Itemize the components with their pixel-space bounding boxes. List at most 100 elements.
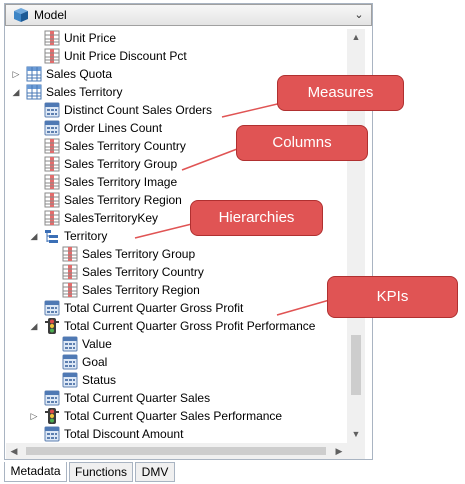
- tab-metadata[interactable]: Metadata: [4, 462, 67, 482]
- tree-item-label: Sales Territory: [46, 85, 123, 99]
- measure-icon: [44, 426, 60, 442]
- tree-item-label: Order Lines Count: [64, 121, 163, 135]
- tree-item[interactable]: Unit Price Discount Pct: [28, 47, 346, 65]
- hierarchy-icon: [44, 228, 60, 244]
- collapse-icon[interactable]: ◢: [10, 85, 22, 99]
- tree-item[interactable]: Sales Territory Region: [46, 281, 346, 299]
- callout-hierarchies: Hierarchies: [190, 200, 323, 236]
- tree-item[interactable]: Sales Territory Image: [28, 173, 346, 191]
- tree-item-label: Sales Territory Region: [64, 193, 182, 207]
- hscrollbar-thumb[interactable]: [26, 447, 326, 455]
- tree-item-label: SalesTerritoryKey: [64, 211, 159, 225]
- column-icon: [44, 210, 60, 226]
- collapse-icon[interactable]: ◢: [28, 229, 40, 243]
- tree-item[interactable]: Goal: [46, 353, 346, 371]
- tab-functions[interactable]: Functions: [69, 462, 133, 482]
- column-icon: [44, 174, 60, 190]
- tree-item-label: Sales Territory Group: [64, 157, 178, 171]
- horizontal-scrollbar[interactable]: ◀ ▶: [6, 443, 347, 459]
- collapse-icon[interactable]: ◢: [28, 319, 40, 333]
- tree-item-label: Total Discount Amount: [64, 427, 184, 441]
- tab-dmv[interactable]: DMV: [135, 462, 175, 482]
- tree-item-label: Unit Price: [64, 31, 117, 45]
- tree-item-label: Total Current Quarter Sales Performance: [64, 409, 283, 423]
- expand-icon[interactable]: ▷: [10, 67, 22, 81]
- scroll-right-icon[interactable]: ▶: [331, 443, 347, 459]
- tree-item-label: Sales Territory Group: [82, 247, 196, 261]
- tree-item-label: Total Current Quarter Sales: [64, 391, 211, 405]
- tree-item[interactable]: Sales Territory Country: [46, 263, 346, 281]
- tree-item-label: Sales Territory Image: [64, 175, 178, 189]
- tree-item[interactable]: ▷ Total Current Quarter Sales Performance: [28, 407, 346, 425]
- tree-item-label: Sales Quota: [46, 67, 113, 81]
- scroll-left-icon[interactable]: ◀: [6, 443, 22, 459]
- column-icon: [44, 192, 60, 208]
- column-icon: [44, 156, 60, 172]
- tree-item-label: Distinct Count Sales Orders: [64, 103, 213, 117]
- column-icon: [44, 138, 60, 154]
- measure-icon: [44, 102, 60, 118]
- tree-item-label: Total Current Quarter Gross Profit Perfo…: [64, 319, 316, 333]
- expand-icon[interactable]: ▷: [28, 409, 40, 423]
- measure-icon: [62, 354, 78, 370]
- column-icon: [62, 264, 78, 280]
- cube-icon: [14, 8, 28, 22]
- measure-icon: [44, 390, 60, 406]
- scrollbar-thumb[interactable]: [351, 335, 361, 395]
- column-icon: [44, 48, 60, 64]
- tree-item[interactable]: Total Current Quarter Sales: [28, 389, 346, 407]
- callout-columns: Columns: [236, 125, 368, 161]
- tree-item[interactable]: Value: [46, 335, 346, 353]
- tree-item[interactable]: Sales Territory Group: [46, 245, 346, 263]
- column-icon: [62, 246, 78, 262]
- column-icon: [62, 282, 78, 298]
- measure-icon: [44, 300, 60, 316]
- table-icon: [26, 84, 42, 100]
- measure-icon: [44, 120, 60, 136]
- tree-item-label: Goal: [82, 355, 108, 369]
- callout-kpis: KPIs: [327, 276, 458, 318]
- model-selector[interactable]: Model ⌄: [5, 4, 372, 26]
- tree-item-label: Value: [82, 337, 112, 351]
- tree-item-label: Status: [82, 373, 117, 387]
- column-icon: [44, 30, 60, 46]
- scroll-up-icon[interactable]: ▲: [347, 29, 365, 46]
- tree-item-label: Sales Territory Country: [64, 139, 186, 153]
- tree-item[interactable]: Total Discount Amount: [28, 425, 346, 443]
- tree-item-label: Unit Price Discount Pct: [64, 49, 187, 63]
- tree-item[interactable]: Total Current Quarter Gross Profit: [28, 299, 346, 317]
- scroll-down-icon[interactable]: ▼: [347, 426, 365, 443]
- measure-icon: [62, 336, 78, 352]
- kpi-icon: [44, 318, 60, 334]
- tree-item-label: Sales Territory Country: [82, 265, 204, 279]
- measure-icon: [62, 372, 78, 388]
- scroll-corner: [347, 443, 365, 459]
- callout-measures: Measures: [277, 75, 404, 111]
- tree-item[interactable]: Status: [46, 371, 346, 389]
- tree-item[interactable]: ◢ Total Current Quarter Gross Profit Perf…: [28, 317, 346, 335]
- tree-item-label: Total Current Quarter Gross Profit: [64, 301, 244, 315]
- tree-item-label: Sales Territory Region: [82, 283, 200, 297]
- chevron-down-icon[interactable]: ⌄: [351, 6, 367, 24]
- model-selector-label: Model: [34, 8, 67, 22]
- kpi-icon: [44, 408, 60, 424]
- tree-item[interactable]: Unit Price: [28, 29, 346, 47]
- table-icon: [26, 66, 42, 82]
